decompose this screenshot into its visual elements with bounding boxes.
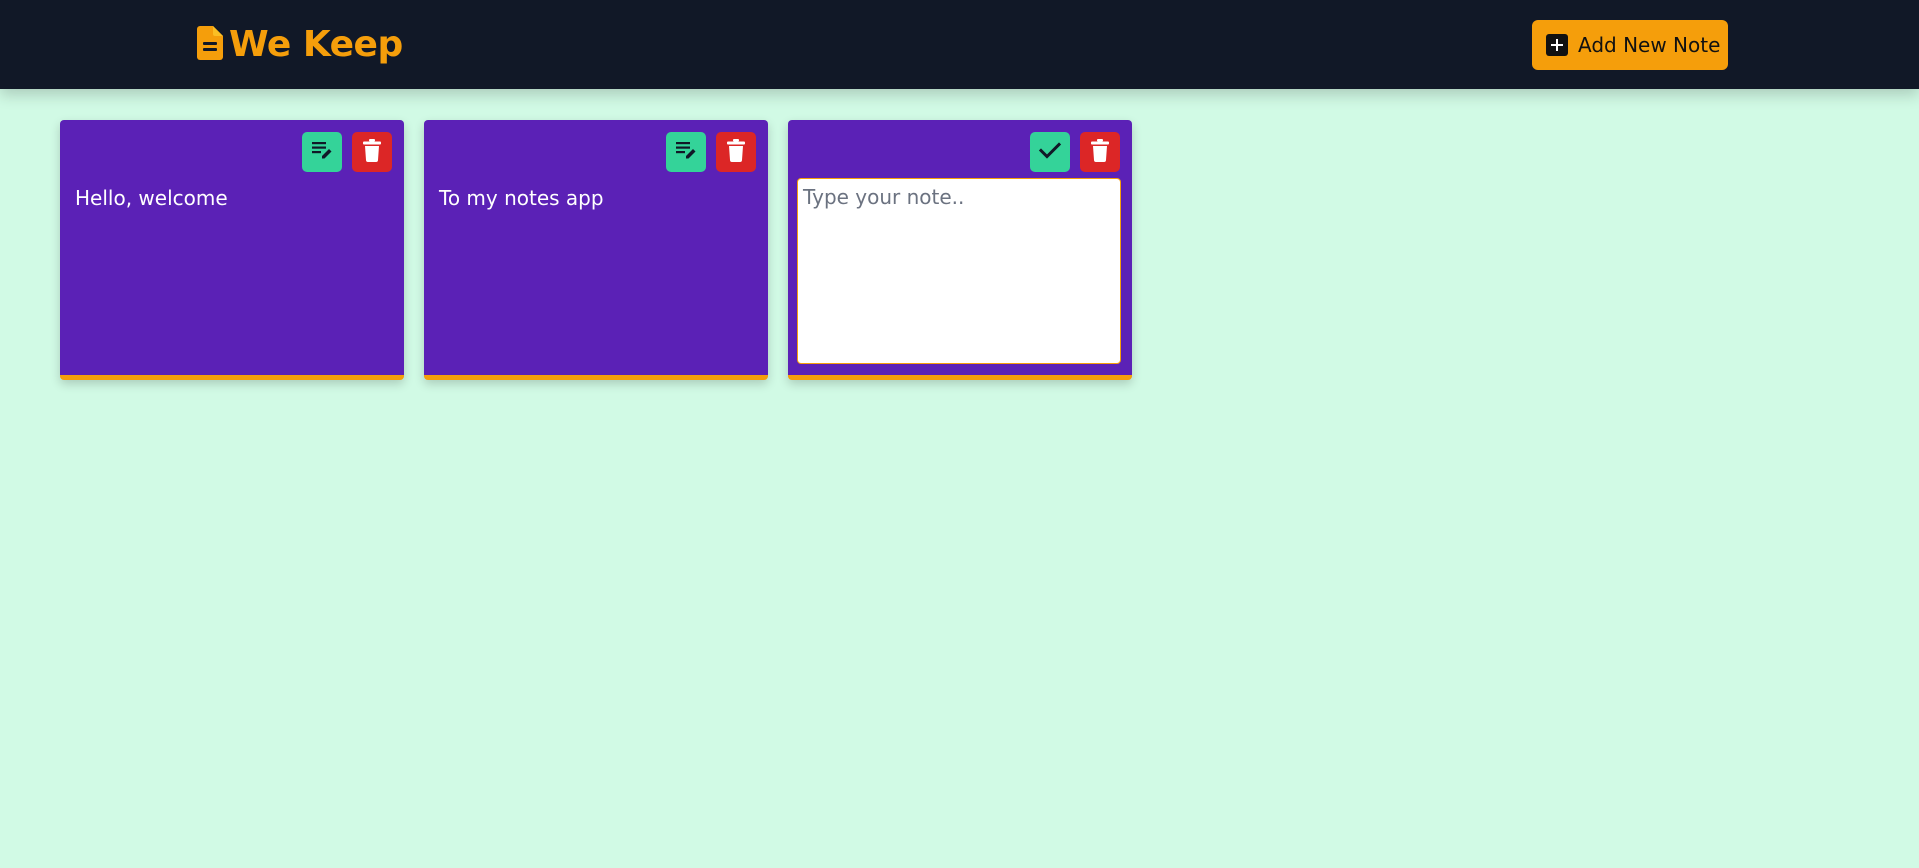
save-note-button[interactable] (1030, 132, 1070, 172)
edit-note-button[interactable] (302, 132, 342, 172)
note-card-editing (788, 120, 1132, 380)
note-text: To my notes app (439, 186, 604, 210)
trash-icon (726, 138, 746, 166)
note-actions (302, 132, 392, 172)
edit-note-button[interactable] (666, 132, 706, 172)
check-icon (1038, 138, 1062, 166)
top-navbar: We Keep Add New Note (0, 0, 1919, 89)
delete-note-button[interactable] (352, 132, 392, 172)
edit-notes-icon (310, 138, 334, 166)
add-new-note-button[interactable]: Add New Note (1532, 20, 1728, 70)
note-textarea[interactable] (797, 178, 1121, 364)
delete-note-button[interactable] (716, 132, 756, 172)
edit-notes-icon (674, 138, 698, 166)
app-title: We Keep (229, 24, 403, 65)
note-text: Hello, welcome (75, 186, 228, 210)
trash-icon (362, 138, 382, 166)
file-document-icon (197, 26, 223, 64)
note-card: To my notes app (424, 120, 768, 380)
brand[interactable]: We Keep (197, 24, 403, 66)
add-new-note-label: Add New Note (1578, 33, 1721, 57)
note-actions (1030, 132, 1120, 172)
plus-square-icon (1546, 34, 1568, 56)
trash-icon (1090, 138, 1110, 166)
delete-note-button[interactable] (1080, 132, 1120, 172)
note-card: Hello, welcome (60, 120, 404, 380)
note-actions (666, 132, 756, 172)
